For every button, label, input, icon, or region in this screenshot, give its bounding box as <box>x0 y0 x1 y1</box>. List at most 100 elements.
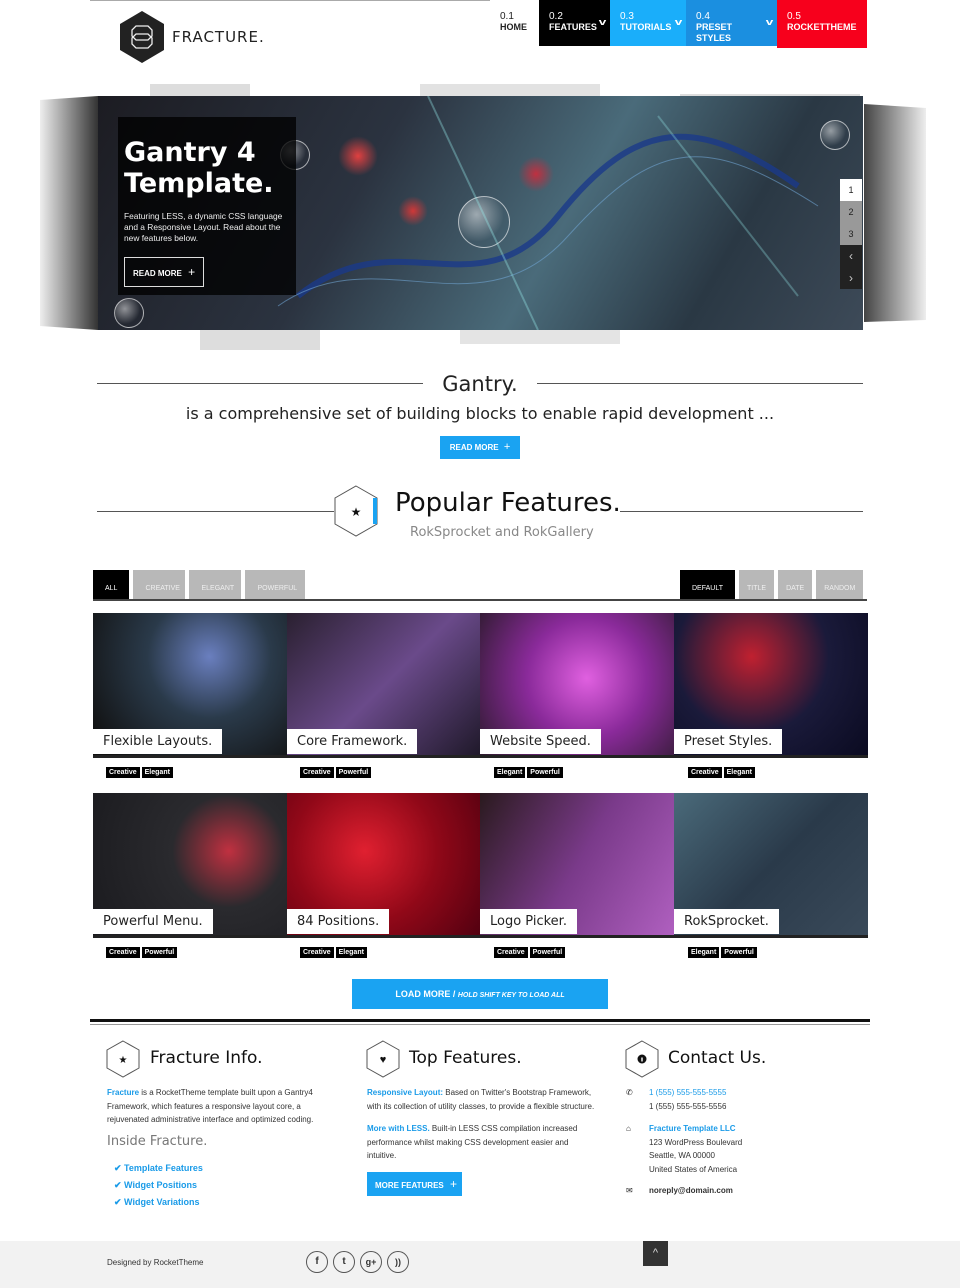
slider-page-1[interactable]: 1 <box>840 179 862 201</box>
nav-number: 0.5 <box>787 11 801 22</box>
slider-page-2[interactable]: 2 <box>840 201 862 223</box>
load-more-button[interactable]: LOAD MORE / HOLD SHIFT KEY TO LOAD ALL <box>352 979 608 1009</box>
tag[interactable]: Elegant <box>494 767 526 778</box>
logo[interactable]: FRACTURE. <box>118 10 278 64</box>
feature-card[interactable]: Website Speed. <box>480 613 674 758</box>
sort-date[interactable]: DATE <box>778 570 813 600</box>
feature-title: Flexible Layouts. <box>93 729 223 754</box>
feature-tags: Creative Elegant <box>300 947 367 958</box>
feature-tags: Creative Powerful <box>300 767 372 778</box>
filter-creative[interactable]: CREATIVE <box>133 570 186 600</box>
feature-tags: Creative Elegant <box>106 767 173 778</box>
filter-all[interactable]: ALL <box>93 570 130 600</box>
feature-title: Website Speed. <box>480 729 601 754</box>
nav-features[interactable]: 0.2 FEATURES v <box>539 0 610 46</box>
top-features-p2: More with LESS. Built-in LESS CSS compil… <box>367 1122 599 1163</box>
tag[interactable]: Elegant <box>335 947 367 958</box>
google-plus-icon[interactable]: g+ <box>360 1251 382 1273</box>
less-link[interactable]: More with LESS. <box>367 1124 430 1133</box>
info-link[interactable]: Fracture <box>107 1088 139 1097</box>
address-line: United States of America <box>649 1164 738 1174</box>
slider-title: Gantry 4 Template. <box>124 137 290 199</box>
inside-link[interactable]: ✔ Widget Variations <box>114 1194 203 1211</box>
chevron-down-icon: v <box>674 17 683 27</box>
popular-title: Popular Features. <box>395 488 621 518</box>
phone-primary[interactable]: 1 (555) 555-555-5555 <box>649 1086 726 1100</box>
gantry-read-more-button[interactable]: READ MORE + <box>440 436 520 459</box>
info-text: Fracture is a RocketTheme template built… <box>107 1086 327 1127</box>
slider-title-line2: Template. <box>124 168 274 199</box>
tag[interactable]: Powerful <box>527 767 563 778</box>
feature-card[interactable]: 84 Positions. <box>287 793 481 938</box>
nav-number: 0.4 <box>696 11 710 22</box>
button-label: READ MORE <box>133 269 182 278</box>
slider-page-3[interactable]: 3 <box>840 223 862 245</box>
feature-card[interactable]: RokSprocket. <box>674 793 868 938</box>
heart-hex-icon: ♥ <box>366 1040 400 1078</box>
filter-tabs: ALL CREATIVE ELEGANT POWERFUL <box>93 570 309 600</box>
responsive-link[interactable]: Responsive Layout: <box>367 1088 443 1097</box>
feature-card[interactable]: Logo Picker. <box>480 793 674 938</box>
chevron-up-icon: ^ <box>652 1247 659 1259</box>
rss-icon[interactable]: )) <box>387 1251 409 1273</box>
tag[interactable]: Creative <box>494 947 528 958</box>
footer-separator-thin <box>90 1024 870 1025</box>
nav-number: 0.3 <box>620 11 634 22</box>
tag[interactable]: Powerful <box>529 947 566 958</box>
feature-card[interactable]: Flexible Layouts. <box>93 613 287 758</box>
footer-separator <box>90 1019 870 1022</box>
link-label: Widget Positions <box>124 1180 197 1190</box>
tag[interactable]: Elegant <box>723 767 755 778</box>
envelope-icon: ✉ <box>626 1186 633 1195</box>
inside-link[interactable]: ✔ Widget Positions <box>114 1177 203 1194</box>
nav-label: HOME <box>500 22 527 32</box>
nav-rockettheme[interactable]: 0.5 ROCKETTHEME <box>777 0 867 48</box>
tag[interactable]: Creative <box>300 767 334 778</box>
tag[interactable]: Creative <box>300 947 334 958</box>
facebook-icon[interactable]: f <box>306 1251 328 1273</box>
plus-icon: + <box>188 265 196 279</box>
twitter-icon[interactable]: t <box>333 1251 355 1273</box>
feature-tags: Creative Elegant <box>688 767 755 778</box>
info-hex-icon <box>625 1040 659 1078</box>
tag[interactable]: Elegant <box>141 767 173 778</box>
tag[interactable]: Creative <box>688 767 722 778</box>
svg-text:★: ★ <box>119 1055 128 1066</box>
more-features-button[interactable]: MORE FEATURES + <box>367 1172 462 1196</box>
tag[interactable]: Elegant <box>688 947 720 958</box>
back-to-top-button[interactable]: ^ <box>643 1241 668 1266</box>
nav-home[interactable]: 0.1 HOME <box>490 0 539 46</box>
feature-card[interactable]: Core Framework. <box>287 613 481 758</box>
sort-default[interactable]: DEFAULT <box>680 570 735 600</box>
check-icon: ✔ <box>114 1180 125 1190</box>
filter-elegant[interactable]: ELEGANT <box>189 570 242 600</box>
tag[interactable]: Creative <box>106 767 140 778</box>
star-hex-icon: ★ <box>106 1040 140 1078</box>
feature-card[interactable]: Powerful Menu. <box>93 793 287 938</box>
nav-label: FEATURES <box>549 22 597 32</box>
slider-read-more-button[interactable]: READ MORE + <box>124 257 205 287</box>
sort-title[interactable]: TITLE <box>739 570 775 600</box>
tag[interactable]: Creative <box>106 947 140 958</box>
nav-preset-styles[interactable]: 0.4 PRESET STYLES v <box>686 0 777 46</box>
chevron-left-icon[interactable]: ‹ <box>840 245 862 267</box>
nav-tutorials[interactable]: 0.3 TUTORIALS v <box>610 0 686 46</box>
feature-card[interactable]: Preset Styles. <box>674 613 868 758</box>
tag[interactable]: Powerful <box>141 947 178 958</box>
svg-text:♥: ♥ <box>380 1054 387 1066</box>
inside-link[interactable]: ✔ Template Features <box>114 1160 203 1177</box>
social-links: f t g+ )) <box>306 1251 409 1273</box>
filter-powerful[interactable]: POWERFUL <box>245 570 306 600</box>
star-hex-icon: ★ <box>334 485 378 537</box>
chevron-right-icon[interactable]: › <box>840 267 862 289</box>
sort-random[interactable]: RANDOM <box>816 570 864 600</box>
feature-title: RokSprocket. <box>674 909 779 934</box>
tag[interactable]: Powerful <box>721 947 757 958</box>
designed-by[interactable]: Designed by RocketTheme <box>107 1258 204 1267</box>
contact-title: Contact Us. <box>668 1048 767 1068</box>
company-name[interactable]: Fracture Template LLC <box>649 1122 742 1136</box>
tag[interactable]: Powerful <box>335 767 372 778</box>
email[interactable]: noreply@domain.com <box>649 1184 733 1198</box>
check-icon: ✔ <box>114 1163 125 1173</box>
chevron-down-icon: v <box>598 17 607 27</box>
